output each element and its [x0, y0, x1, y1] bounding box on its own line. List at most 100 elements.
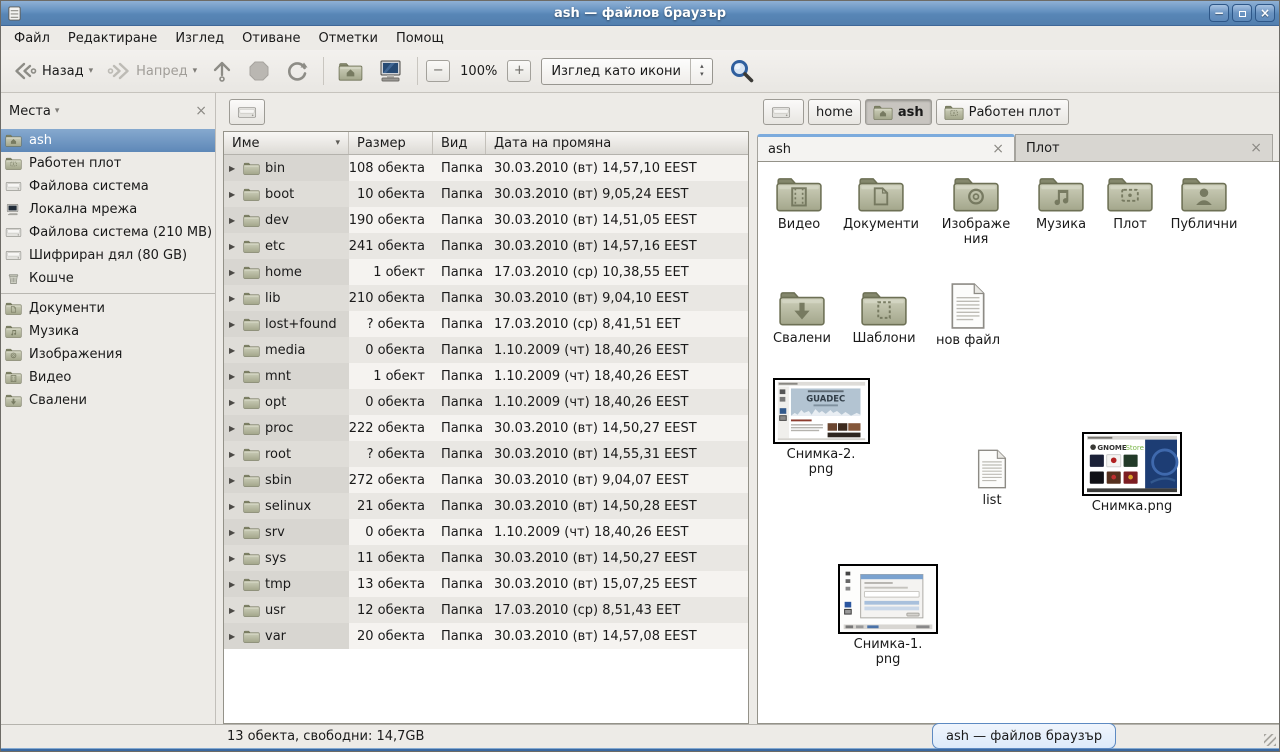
zoom-in-button[interactable]: +	[507, 60, 531, 82]
table-row[interactable]: ▶ media 0 обекта Папка 1.10.2009 (чт) 18…	[224, 337, 748, 363]
table-row[interactable]: ▶ mnt 1 обект Папка 1.10.2009 (чт) 18,40…	[224, 363, 748, 389]
menu-item[interactable]: Отметки	[309, 28, 386, 49]
tab[interactable]: Плот ×	[1015, 134, 1273, 161]
sidebar-place-item[interactable]: Шифриран дял (80 GB)	[1, 244, 215, 267]
sidebar-place-item[interactable]: Локална мрежа	[1, 198, 215, 221]
breadcrumb[interactable]: Работен плот	[936, 99, 1069, 125]
computer-button[interactable]	[371, 55, 409, 87]
view-mode-select[interactable]: Изглед като икони ▴▾	[541, 58, 713, 85]
tab-close-icon[interactable]: ×	[992, 141, 1004, 157]
sidebar-bookmark-item[interactable]: Видео	[1, 366, 215, 389]
menu-item[interactable]: Изглед	[166, 28, 233, 49]
minimize-button[interactable]: −	[1209, 4, 1229, 22]
image-item-snimka[interactable]: GNOME Store Снимка.png	[1074, 432, 1190, 515]
sidebar-bookmark-item[interactable]: Музика	[1, 320, 215, 343]
search-button[interactable]	[723, 54, 761, 88]
expander-icon[interactable]: ▶	[229, 190, 238, 199]
table-row[interactable]: ▶ lib 210 обекта Папка 30.03.2010 (вт) 9…	[224, 285, 748, 311]
table-row[interactable]: ▶ sys 11 обекта Папка 30.03.2010 (вт) 14…	[224, 545, 748, 571]
table-row[interactable]: ▶ lost+found ? обекта Папка 17.03.2010 (…	[224, 311, 748, 337]
breadcrumb[interactable]: home	[808, 99, 861, 125]
column-header-size[interactable]: Размер	[349, 132, 433, 154]
expander-icon[interactable]: ▶	[229, 580, 238, 589]
column-header-type[interactable]: Вид	[433, 132, 486, 154]
expander-icon[interactable]: ▶	[229, 242, 238, 251]
table-row[interactable]: ▶ tmp 13 обекта Папка 30.03.2010 (вт) 15…	[224, 571, 748, 597]
menu-item[interactable]: Редактиране	[59, 28, 166, 49]
expander-icon[interactable]: ▶	[229, 554, 238, 563]
folder-item-public[interactable]: Публични	[1165, 174, 1243, 233]
close-button[interactable]: ×	[1255, 4, 1275, 22]
table-row[interactable]: ▶ home 1 обект Папка 17.03.2010 (ср) 10,…	[224, 259, 748, 285]
back-history-chevron[interactable]: ▾	[89, 66, 94, 76]
sidebar-pane-selector[interactable]: Места ▾	[9, 104, 59, 119]
menu-item[interactable]: Отиване	[233, 28, 309, 49]
table-row[interactable]: ▶ root ? обекта Папка 30.03.2010 (вт) 14…	[224, 441, 748, 467]
table-row[interactable]: ▶ selinux 21 обекта Папка 30.03.2010 (вт…	[224, 493, 748, 519]
expander-icon[interactable]: ▶	[229, 476, 238, 485]
titlebar[interactable]: ash — файлов браузър − ×	[1, 1, 1279, 26]
expander-icon[interactable]: ▶	[229, 268, 238, 277]
expander-icon[interactable]: ▶	[229, 424, 238, 433]
folder-item-images[interactable]: Изображения	[933, 174, 1019, 248]
folder-item-music[interactable]: Музика	[1025, 174, 1097, 233]
expander-icon[interactable]: ▶	[229, 450, 238, 459]
expander-icon[interactable]: ▶	[229, 372, 238, 381]
breadcrumb[interactable]: ash	[865, 99, 932, 125]
table-row[interactable]: ▶ srv 0 обекта Папка 1.10.2009 (чт) 18,4…	[224, 519, 748, 545]
sidebar-place-item[interactable]: Файлова система (210 MB)	[1, 221, 215, 244]
root-breadcrumb-button[interactable]	[229, 99, 265, 125]
column-header-name[interactable]: Име ▾	[224, 132, 349, 154]
file-item-newfile[interactable]: нов файл	[930, 282, 1006, 349]
expander-icon[interactable]: ▶	[229, 294, 238, 303]
table-row[interactable]: ▶ proc 222 обекта Папка 30.03.2010 (вт) …	[224, 415, 748, 441]
expander-icon[interactable]: ▶	[229, 606, 238, 615]
sidebar-place-item[interactable]: ash	[1, 129, 215, 152]
sidebar-place-item[interactable]: Файлова система	[1, 175, 215, 198]
sidebar-bookmark-item[interactable]: Свалени	[1, 389, 215, 412]
tab-close-icon[interactable]: ×	[1250, 140, 1262, 156]
image-item-snimka1[interactable]: Снимка-1.png	[832, 564, 944, 668]
maximize-button[interactable]	[1232, 4, 1252, 22]
sidebar-bookmark-item[interactable]: Документи	[1, 297, 215, 320]
tab[interactable]: ash ×	[757, 134, 1015, 161]
table-row[interactable]: ▶ bin 108 обекта Папка 30.03.2010 (вт) 1…	[224, 155, 748, 181]
folder-item-templates[interactable]: Шаблони	[846, 288, 922, 347]
folder-item-desktop[interactable]: Плот	[1099, 174, 1161, 233]
table-row[interactable]: ▶ sbin 272 обекта Папка 30.03.2010 (вт) …	[224, 467, 748, 493]
table-row[interactable]: ▶ opt 0 обекта Папка 1.10.2009 (чт) 18,4…	[224, 389, 748, 415]
breadcrumb[interactable]	[763, 99, 804, 125]
sidebar-place-item[interactable]: Работен плот	[1, 152, 215, 175]
image-item-snimka2[interactable]: GUADEC Снимка-2.png	[765, 378, 877, 478]
expander-icon[interactable]: ▶	[229, 632, 238, 641]
folder-item-documents[interactable]: Документи	[839, 174, 923, 233]
table-row[interactable]: ▶ etc 241 обекта Папка 30.03.2010 (вт) 1…	[224, 233, 748, 259]
forward-button[interactable]: Напред ▾	[101, 57, 203, 85]
table-row[interactable]: ▶ var 20 обекта Папка 30.03.2010 (вт) 14…	[224, 623, 748, 649]
pane-splitter-2[interactable]	[749, 93, 757, 724]
table-row[interactable]: ▶ boot 10 обекта Папка 30.03.2010 (вт) 9…	[224, 181, 748, 207]
sidebar-close-icon[interactable]: ×	[195, 103, 207, 119]
sidebar-place-item[interactable]: Кошче	[1, 267, 215, 290]
expander-icon[interactable]: ▶	[229, 346, 238, 355]
expander-icon[interactable]: ▶	[229, 502, 238, 511]
home-button[interactable]	[332, 57, 369, 86]
folder-item-downloads[interactable]: Свалени	[766, 288, 838, 347]
menu-item[interactable]: Файл	[5, 28, 59, 49]
back-button[interactable]: Назад ▾	[7, 57, 99, 85]
expander-icon[interactable]: ▶	[229, 398, 238, 407]
table-row[interactable]: ▶ dev 190 обекта Папка 30.03.2010 (вт) 1…	[224, 207, 748, 233]
expander-icon[interactable]: ▶	[229, 528, 238, 537]
table-row[interactable]: ▶ usr 12 обекта Папка 17.03.2010 (ср) 8,…	[224, 597, 748, 623]
sidebar-bookmark-item[interactable]: Изображения	[1, 343, 215, 366]
up-button[interactable]	[205, 55, 239, 87]
stop-button[interactable]	[241, 55, 277, 87]
expander-icon[interactable]: ▶	[229, 320, 238, 329]
expander-icon[interactable]: ▶	[229, 216, 238, 225]
zoom-out-button[interactable]: −	[426, 60, 450, 82]
combo-spinner-icon[interactable]: ▴▾	[690, 59, 712, 84]
resize-grip[interactable]	[1264, 734, 1276, 746]
column-header-date[interactable]: Дата на промяна	[486, 132, 748, 154]
menu-item[interactable]: Помощ	[387, 28, 453, 49]
reload-button[interactable]	[279, 55, 315, 87]
